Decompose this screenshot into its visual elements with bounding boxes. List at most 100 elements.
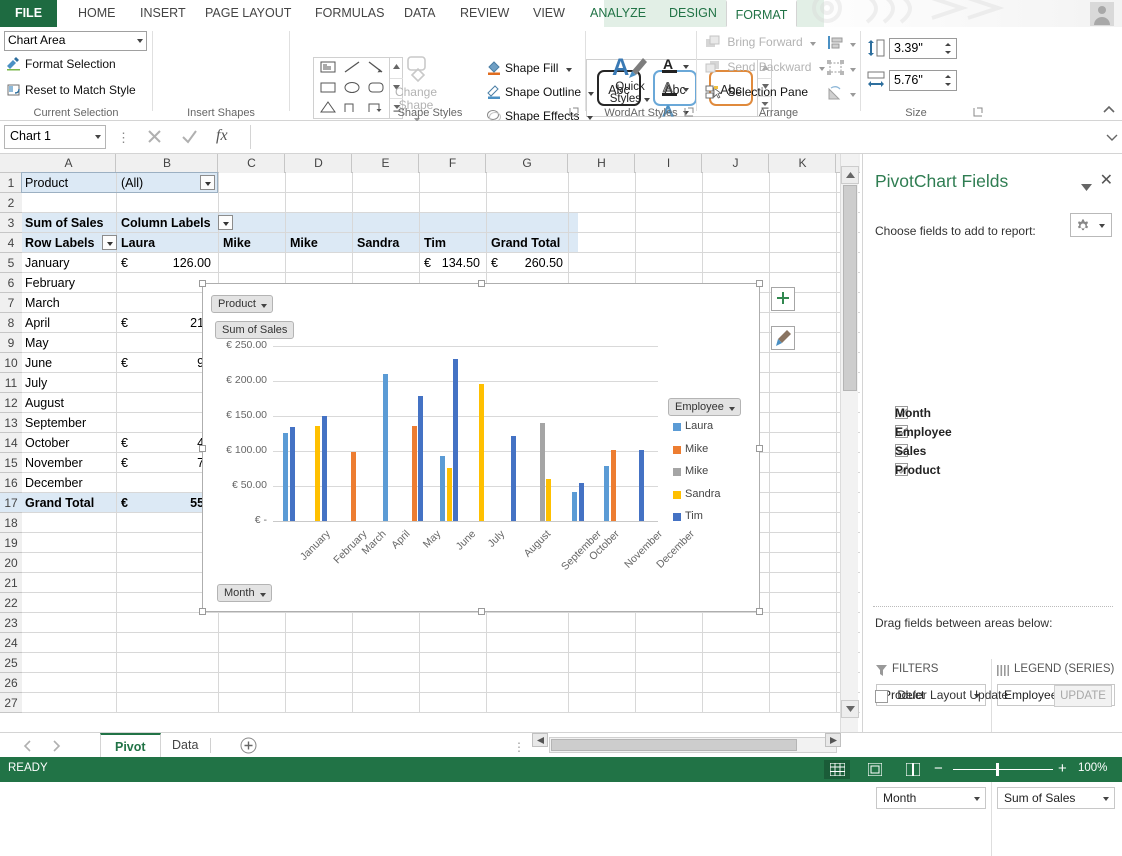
chart-legend-field-button[interactable]: Employee [668,398,741,416]
row-header-27[interactable]: 27 [0,693,22,713]
height-spin-up[interactable] [942,40,955,48]
chart-legend[interactable]: Laura Mike Mike Sandra Tim [671,420,756,530]
row-header-1[interactable]: 1 [0,173,22,193]
row-header-21[interactable]: 21 [0,573,22,593]
row-header-16[interactable]: 16 [0,473,22,493]
cell-D4[interactable]: Mike [287,233,351,253]
tab-data[interactable]: DATA [392,0,447,27]
row-labels-dropdown[interactable] [102,235,117,250]
sheet-tab-pivot[interactable]: Pivot [100,733,161,758]
scroll-down-button[interactable] [841,700,859,718]
shape-width-input[interactable]: 5.76" [889,70,957,91]
chart-bar[interactable] [539,423,545,521]
quick-styles-button[interactable]: A Quick Styles [602,53,658,105]
field-pill-month[interactable]: Month [876,787,986,809]
shape-height-input[interactable]: 3.39" [889,38,957,59]
reset-to-match-style-button[interactable]: Reset to Match Style [6,83,136,97]
horizontal-scroll-thumb[interactable] [551,739,797,751]
cell-A5[interactable]: January [22,253,116,273]
previous-sheet-button[interactable] [20,738,36,754]
close-icon[interactable]: ✕ [1100,173,1113,189]
column-header-E[interactable]: E [353,154,419,173]
column-header-K[interactable]: K [770,154,836,173]
pane-tools-button[interactable] [1070,213,1112,237]
cell-A3[interactable]: Sum of Sales [22,213,116,233]
chart-bar[interactable] [315,425,321,521]
name-box-resize-handle[interactable]: ⋮ [117,130,130,146]
column-header-C[interactable]: C [219,154,285,173]
resize-handle-s[interactable] [478,608,485,615]
page-break-preview-button[interactable] [900,760,926,779]
formula-input[interactable] [250,125,1100,149]
row-header-18[interactable]: 18 [0,513,22,533]
shape-outline-button[interactable]: Shape Outline [486,84,595,99]
resize-handle-sw[interactable] [199,608,206,615]
legend-entry[interactable]: Mike [685,443,708,455]
zoom-slider-thumb[interactable] [996,763,999,776]
row-header-5[interactable]: 5 [0,253,22,273]
tab-file[interactable]: FILE [0,0,57,27]
group-objects-button[interactable] [827,60,857,78]
cancel-icon[interactable] [146,128,163,148]
cell-B15[interactable]: 78 [118,453,214,473]
legend-entry[interactable]: Tim [685,510,703,522]
column-header-A[interactable]: A [22,154,116,173]
collapse-ribbon-button[interactable] [1102,104,1116,118]
column-header-J[interactable]: J [703,154,769,173]
tab-formulas[interactable]: FORMULAS [303,0,396,27]
height-spin-down[interactable] [942,48,955,56]
tab-insert[interactable]: INSERT [128,0,198,27]
resize-handle-e[interactable] [756,445,763,452]
next-sheet-button[interactable] [48,738,64,754]
shape-width-spinner[interactable] [942,72,955,89]
column-header-I[interactable]: I [636,154,702,173]
column-header-D[interactable]: D [286,154,352,173]
zoom-slider-track[interactable] [953,769,1053,770]
cell-E4[interactable]: Sandra [354,233,418,253]
column-header-B[interactable]: B [117,154,218,173]
column-header-G[interactable]: G [487,154,568,173]
shape-styles-dialog-launcher[interactable] [569,107,579,117]
row-header-7[interactable]: 7 [0,293,22,313]
chart-bar[interactable] [639,449,645,521]
zoom-in-button[interactable]: + [1058,761,1067,777]
cell-C4[interactable]: Mike [220,233,284,253]
horizontal-scroll-left-button[interactable] [532,733,548,747]
chart-bar[interactable] [479,383,485,521]
sheet-tab-data[interactable]: Data [158,733,212,758]
chart-element-selector[interactable]: Chart Area [4,31,147,51]
page-layout-view-button[interactable] [862,760,888,779]
legend-entry[interactable]: Mike [685,465,708,477]
cell-A10[interactable]: June [22,353,116,373]
chart-bar[interactable] [418,395,424,521]
normal-view-button[interactable] [824,760,850,779]
text-fill-button[interactable]: A [662,56,690,76]
cell-A9[interactable]: May [22,333,116,353]
cell-A12[interactable]: August [22,393,116,413]
expand-formula-bar-button[interactable] [1106,131,1118,145]
chart-bar[interactable] [610,449,616,521]
row-header-12[interactable]: 12 [0,393,22,413]
cell-B4[interactable]: Laura [118,233,218,253]
row-header-17[interactable]: 17 [0,493,22,513]
chart-plot-area[interactable] [273,346,658,522]
row-header-6[interactable]: 6 [0,273,22,293]
cell-A17[interactable]: Grand Total [22,493,116,513]
name-box[interactable]: Chart 1 [4,125,106,149]
tab-analyze[interactable]: ANALYZE [578,0,658,27]
enter-icon[interactable] [181,128,198,148]
wordart-dialog-launcher[interactable] [684,107,694,117]
row-header-26[interactable]: 26 [0,673,22,693]
width-spin-up[interactable] [942,72,955,80]
resize-handle-ne[interactable] [756,280,763,287]
chart-bar[interactable] [604,466,610,521]
cell-B8[interactable]: 210 [118,313,214,333]
shape-fill-button[interactable]: Shape Fill [486,60,572,75]
defer-layout-update-row[interactable]: Defer Layout Update [875,688,1008,703]
row-header-11[interactable]: 11 [0,373,22,393]
width-spin-down[interactable] [942,80,955,88]
text-outline-button[interactable]: A [662,79,690,99]
cell-A16[interactable]: December [22,473,116,493]
pane-options-caret[interactable] [1081,180,1092,194]
cell-F4[interactable]: Tim [421,233,485,253]
